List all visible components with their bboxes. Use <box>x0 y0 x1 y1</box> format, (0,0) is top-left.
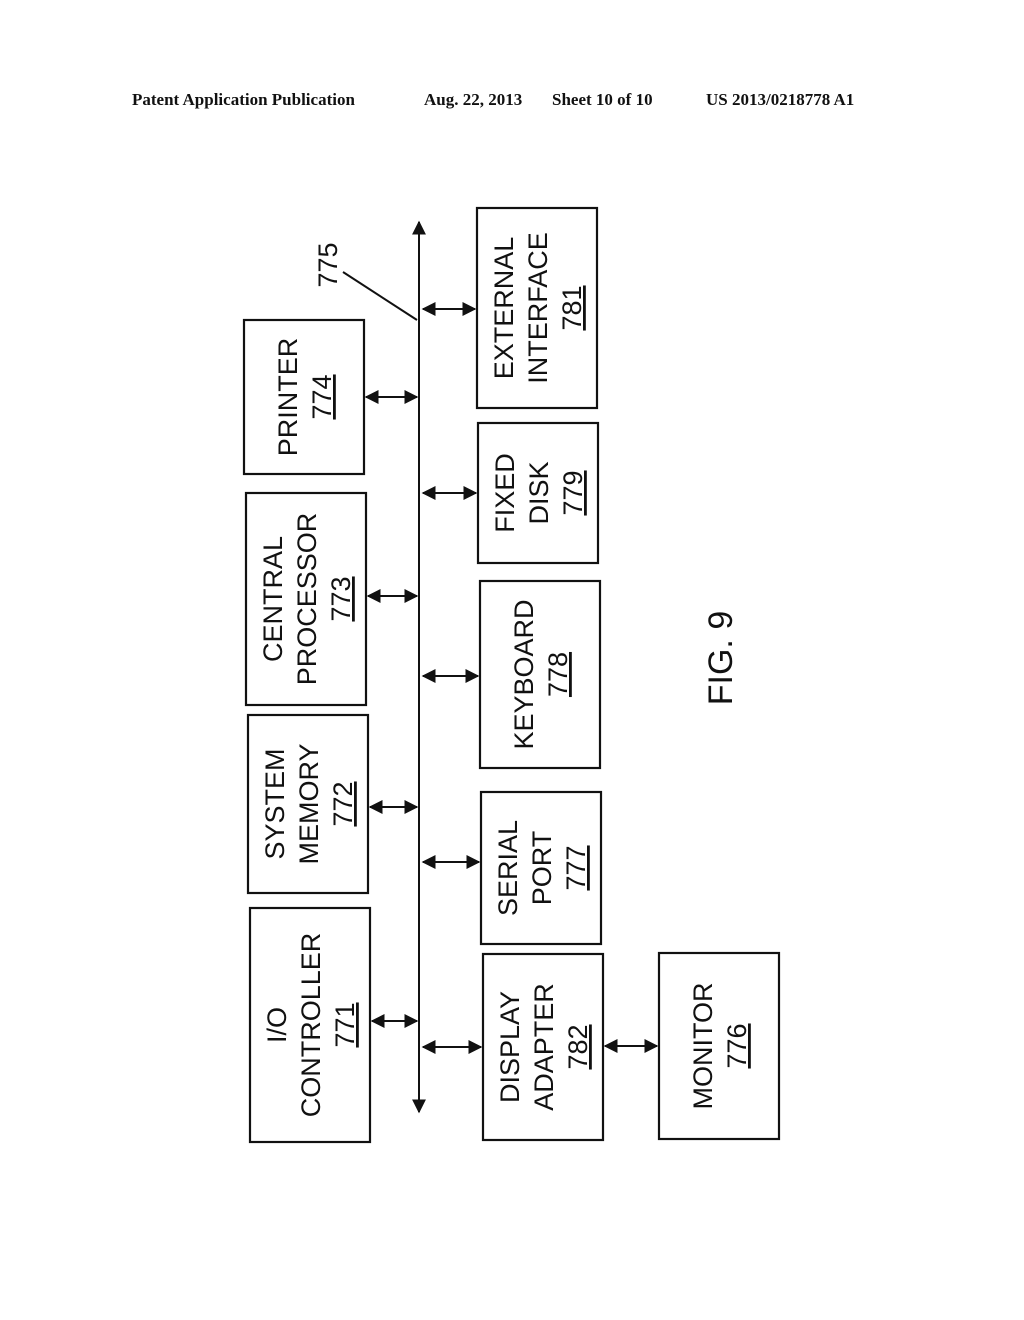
fixed-disk-block: FIXED DISK 779 <box>476 421 600 565</box>
io-controller-label-line: CONTROLLER <box>296 933 326 1118</box>
printer-label-line: PRINTER <box>273 338 303 457</box>
keyboard-label-line: KEYBOARD <box>509 599 539 749</box>
central-processor-label-line: PROCESSOR <box>292 513 322 686</box>
display-adapter-label-line: ADAPTER <box>529 983 559 1111</box>
external-interface-label-line: INTERFACE <box>523 232 553 384</box>
keyboard-block: KEYBOARD 778 <box>478 579 602 770</box>
external-interface-ref-number: 781 <box>557 285 587 330</box>
system-memory-label-line: MEMORY <box>294 743 324 864</box>
io-controller-ref-number: 771 <box>330 1002 360 1047</box>
serial-port-label-line: SERIAL <box>493 820 523 916</box>
serial-port-ref-number: 777 <box>561 845 591 890</box>
monitor-box <box>657 951 781 1141</box>
serial-port-label-line: PORT <box>527 831 557 906</box>
system-memory-label-line: SYSTEM <box>260 748 290 859</box>
printer-ref-number: 774 <box>307 374 337 419</box>
keyboard-box <box>478 579 602 770</box>
system-memory-block: SYSTEM MEMORY 772 <box>246 713 370 895</box>
monitor-label-line: MONITOR <box>688 983 718 1110</box>
external-interface-block: EXTERNAL INTERFACE 781 <box>475 206 599 410</box>
bus-reference: 775 <box>313 242 343 287</box>
printer-block: PRINTER 774 <box>242 318 366 476</box>
system-memory-ref-number: 772 <box>328 781 358 826</box>
block-diagram: I/O CONTROLLER 771SYSTEM MEMORY 772CENTRAL PR… <box>242 206 781 1144</box>
keyboard-ref-number: 778 <box>543 652 573 697</box>
fixed-disk-ref-number: 779 <box>558 470 588 515</box>
serial-port-block: SERIAL PORT 777 <box>479 790 603 946</box>
central-processor-ref-number: 773 <box>326 576 356 621</box>
external-interface-label-line: EXTERNAL <box>489 237 519 380</box>
display-adapter-block: DISPLAY ADAPTER 782 <box>481 952 605 1142</box>
display-adapter-label-line: DISPLAY <box>495 991 525 1103</box>
figure-label: FIG. 9 <box>702 611 740 705</box>
monitor-block: MONITOR 776 <box>657 951 781 1141</box>
central-processor-label-line: CENTRAL <box>258 536 288 662</box>
monitor-ref-number: 776 <box>722 1023 752 1068</box>
fixed-disk-label-line: FIXED <box>490 453 520 533</box>
io-controller-label-line: I/O <box>262 1007 292 1043</box>
central-processor-block: CENTRAL PROCESSOR 773 <box>244 491 368 707</box>
fixed-disk-label-line: DISK <box>524 461 554 524</box>
io-controller-block: I/O CONTROLLER 771 <box>248 906 372 1144</box>
printer-box <box>242 318 366 476</box>
display-adapter-ref-number: 782 <box>563 1024 593 1069</box>
bus-reference-leader <box>342 271 418 321</box>
